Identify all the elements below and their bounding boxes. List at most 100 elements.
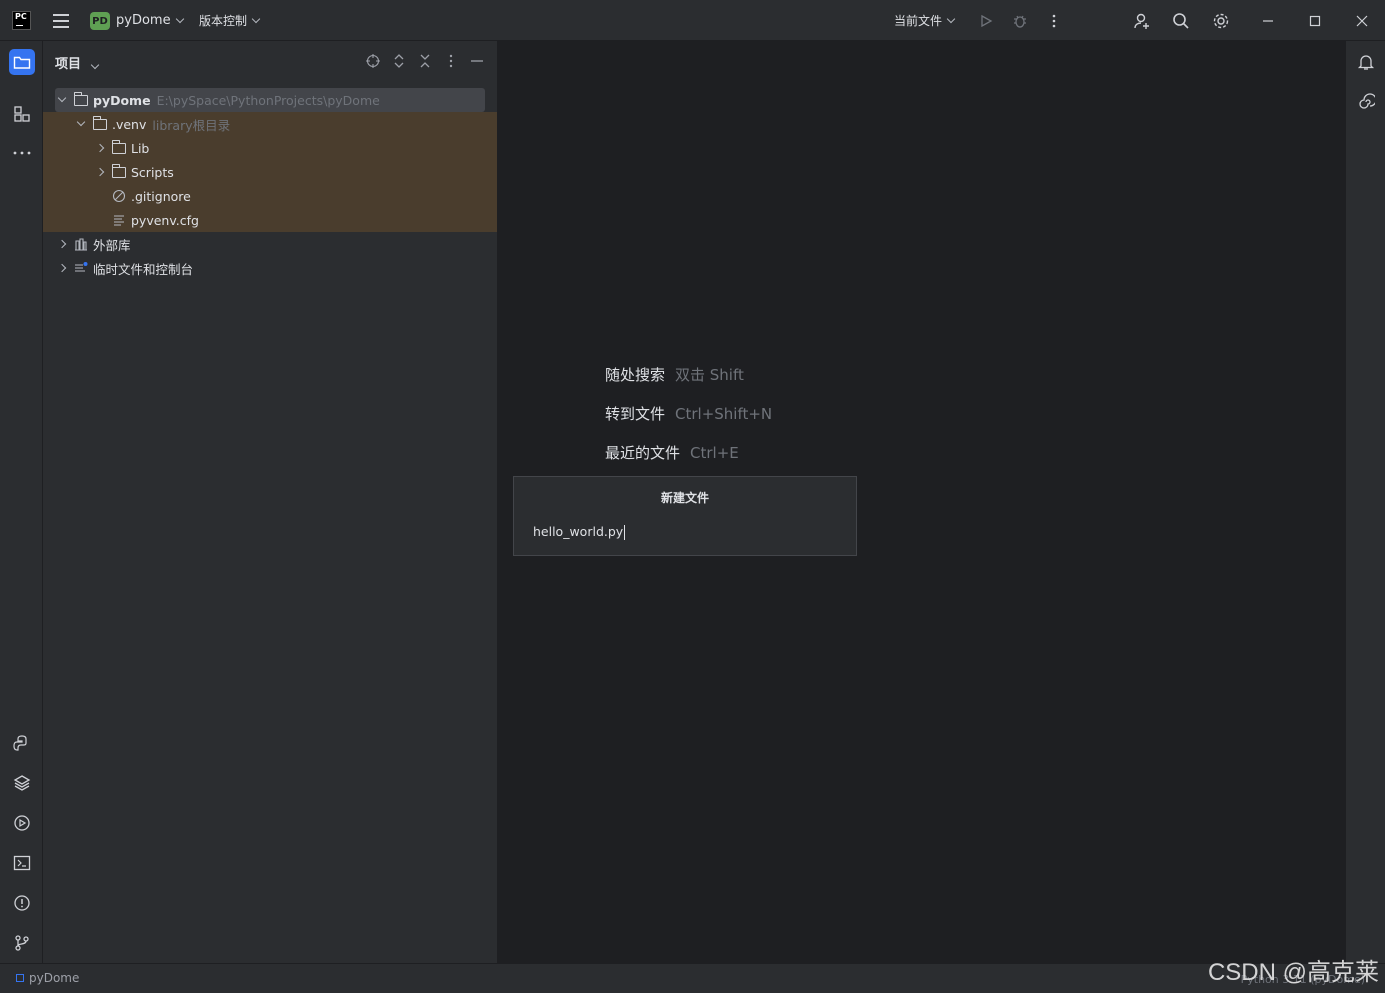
library-icon — [74, 237, 88, 251]
chevron-down-icon — [175, 14, 184, 23]
expand-all-button[interactable] — [391, 53, 407, 69]
editor-area[interactable]: 随处搜索 双击 Shift 转到文件 Ctrl+Shift+N 最近的文件 Ct… — [498, 41, 1345, 963]
project-view-selector[interactable]: 项目 — [55, 53, 99, 72]
structure-tool-button[interactable] — [9, 101, 35, 127]
hint-action: 最近的文件 — [605, 444, 681, 462]
root-path: E:\pySpace\PythonProjects\pyDome — [156, 92, 380, 108]
bell-icon — [1357, 55, 1375, 70]
project-tool-button[interactable] — [9, 49, 35, 75]
hint-search-everywhere: 随处搜索 双击 Shift — [605, 355, 772, 394]
locate-button[interactable] — [365, 53, 381, 69]
venv-group: .venv library根目录 Lib Scripts .gitignore … — [43, 112, 497, 232]
close-icon — [1356, 15, 1368, 27]
spiral-icon — [1359, 93, 1375, 109]
project-selector[interactable]: pyDome — [116, 0, 184, 41]
hint-shortcut: Ctrl+E — [690, 443, 739, 462]
chevron-right-icon[interactable] — [58, 264, 66, 272]
folder-icon — [93, 115, 107, 130]
settings-button[interactable] — [1210, 10, 1232, 32]
filename-input[interactable]: hello_world.py — [533, 524, 626, 540]
tree-node-scripts[interactable]: Scripts — [43, 160, 497, 184]
git-branch-icon — [15, 935, 29, 951]
add-user-icon — [1134, 13, 1149, 29]
gear-icon — [1213, 13, 1229, 29]
more-tools-button[interactable] — [9, 140, 35, 166]
chevron-right-icon[interactable] — [96, 144, 104, 152]
search-icon — [1173, 13, 1189, 29]
right-toolbar — [1345, 41, 1385, 963]
run-circle-icon — [14, 815, 30, 831]
hint-action: 随处搜索 — [605, 366, 666, 384]
pycharm-logo-icon: PC — [12, 11, 31, 30]
text-caret — [624, 525, 626, 540]
debug-button[interactable] — [1009, 10, 1031, 32]
run-button[interactable] — [975, 10, 997, 32]
more-vertical-icon — [1052, 14, 1056, 28]
more-actions-button[interactable] — [1043, 10, 1065, 32]
close-button[interactable] — [1351, 10, 1373, 32]
python-icon — [13, 735, 27, 751]
layers-icon — [13, 775, 31, 791]
minimize-button[interactable] — [1257, 10, 1279, 32]
hint-recent-files: 最近的文件 Ctrl+E — [605, 433, 772, 472]
ai-assistant-button[interactable] — [1353, 89, 1379, 115]
folder-icon — [112, 163, 126, 178]
tree-node-pyvenv[interactable]: pyvenv.cfg — [43, 208, 497, 232]
panel-options-button[interactable] — [443, 53, 459, 69]
tree-node-venv[interactable]: .venv library根目录 — [43, 112, 497, 136]
tree-node-lib[interactable]: Lib — [43, 136, 497, 160]
ignore-file-icon — [112, 189, 126, 203]
python-console-button[interactable] — [9, 730, 35, 756]
folder-icon — [74, 91, 88, 106]
terminal-icon — [13, 855, 31, 871]
search-button[interactable] — [1170, 10, 1192, 32]
panel-title-label: 项目 — [55, 57, 82, 72]
scripts-name: Scripts — [131, 164, 174, 180]
chevron-right-icon[interactable] — [58, 240, 66, 248]
external-libraries-label: 外部库 — [93, 237, 131, 253]
problems-button[interactable] — [9, 890, 35, 916]
tree-node-gitignore[interactable]: .gitignore — [43, 184, 497, 208]
chevron-down-icon — [946, 14, 956, 23]
warning-circle-icon — [14, 895, 30, 911]
chevron-down-icon — [251, 14, 261, 23]
left-toolbar — [0, 41, 43, 963]
project-name-label: pyDome — [116, 13, 171, 28]
scratches-label: 临时文件和控制台 — [93, 261, 194, 277]
code-with-me-button[interactable] — [1131, 10, 1153, 32]
terminal-button[interactable] — [9, 850, 35, 876]
hint-shortcut: Ctrl+Shift+N — [675, 404, 773, 423]
collapse-all-button[interactable] — [417, 53, 433, 69]
collapse-icon — [420, 54, 430, 68]
tree-node-scratches[interactable]: 临时文件和控制台 — [43, 256, 497, 280]
editor-empty-hints: 随处搜索 双击 Shift 转到文件 Ctrl+Shift+N 最近的文件 Ct… — [605, 355, 772, 472]
folder-icon — [112, 139, 126, 154]
play-icon — [981, 14, 993, 28]
hide-panel-button[interactable] — [469, 53, 485, 69]
services-button[interactable] — [9, 810, 35, 836]
python-packages-button[interactable] — [9, 770, 35, 796]
status-bar: pyDome Python 3.11 (pyDome) — [0, 963, 1385, 993]
main-menu-button[interactable] — [52, 0, 70, 41]
notifications-button[interactable] — [1353, 49, 1379, 75]
minimize-icon — [471, 60, 483, 62]
maximize-button[interactable] — [1304, 10, 1326, 32]
more-vertical-icon — [449, 54, 453, 68]
tree-node-external-libraries[interactable]: 外部库 — [43, 232, 497, 256]
run-config-selector[interactable]: 当前文件 — [894, 0, 956, 41]
git-button[interactable] — [9, 930, 35, 956]
run-config-label: 当前文件 — [894, 14, 943, 28]
status-project[interactable]: pyDome — [16, 971, 79, 985]
bug-icon — [1014, 15, 1026, 28]
chevron-down-icon[interactable] — [77, 120, 85, 128]
project-panel: 项目 pyDome E:\pySpace\PythonProjects\pyDo… — [43, 41, 498, 963]
chevron-down-icon[interactable] — [58, 96, 66, 104]
chevron-right-icon[interactable] — [96, 168, 104, 176]
tree-node-root[interactable]: pyDome E:\pySpace\PythonProjects\pyDome — [55, 88, 485, 112]
vcs-menu[interactable]: 版本控制 — [199, 0, 261, 41]
chevron-down-icon — [90, 60, 99, 70]
project-badge-icon[interactable]: PD — [90, 12, 110, 30]
venv-name: .venv — [112, 116, 147, 132]
minimize-icon — [1263, 20, 1273, 22]
root-name: pyDome — [93, 92, 151, 108]
